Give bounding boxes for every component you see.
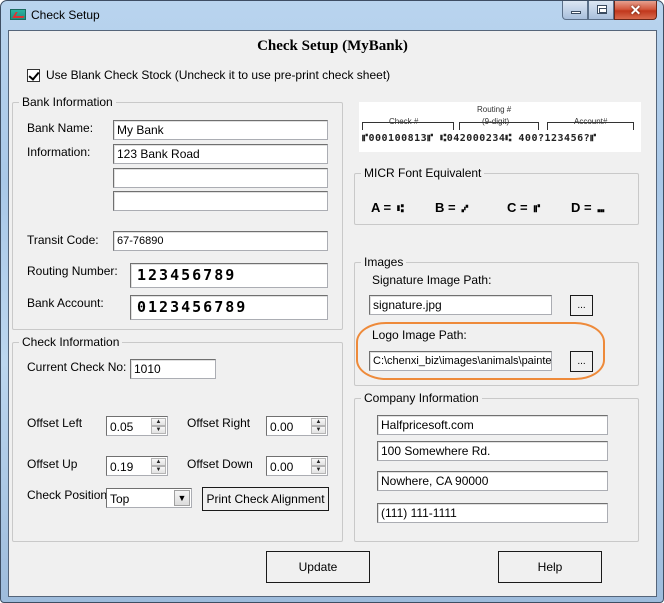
offset-down-stepper[interactable]: 0.00 ▲ ▼ [266, 456, 328, 476]
offset-right-value: 0.00 [270, 420, 294, 434]
bank-account-label: Bank Account: [27, 296, 104, 310]
micr-font-equivalent-title: MICR Font Equivalent [361, 166, 485, 180]
help-button[interactable]: Help [498, 551, 602, 583]
information-line-3-input[interactable] [113, 191, 328, 211]
routing-segment-label: Routing # [477, 105, 512, 114]
micr-line-diagram: Check # Routing # (9-digit) Account# ⑈00… [359, 102, 641, 152]
micr-on-us-icon: ⑈ [533, 202, 541, 215]
check-position-label: Check Position [27, 488, 108, 502]
update-button[interactable]: Update [266, 551, 370, 583]
spin-up-icon[interactable]: ▲ [311, 458, 326, 466]
logo-path-highlight-annotation [356, 322, 605, 380]
minimize-button[interactable] [562, 1, 588, 20]
offset-left-stepper[interactable]: 0.05 ▲ ▼ [106, 416, 168, 436]
offset-down-label: Offset Down [187, 457, 253, 471]
information-line-2-input[interactable] [113, 168, 328, 188]
browse-signature-button[interactable]: ... [570, 295, 593, 316]
check-setup-window: Check Setup ✕ Check Setup (MyBank) Use B… [0, 0, 664, 603]
offset-down-value: 0.00 [270, 460, 294, 474]
blank-check-stock-option[interactable]: Use Blank Check Stock (Uncheck it to use… [27, 68, 390, 82]
caption-buttons: ✕ [562, 1, 657, 21]
check-position-select[interactable]: Top ▼ [106, 488, 192, 508]
spin-down-icon[interactable]: ▼ [311, 466, 326, 474]
micr-symbol-d-key: D = [571, 200, 592, 215]
routing-number-label: Routing Number: [27, 264, 118, 278]
micr-symbol-d: D = ⑉ [571, 200, 604, 215]
micr-symbol-b: B = ⑇ [435, 200, 468, 215]
spin-up-icon[interactable]: ▲ [151, 458, 166, 466]
maximize-button[interactable] [588, 1, 614, 20]
spin-down-icon[interactable]: ▼ [311, 426, 326, 434]
company-phone-input[interactable]: (111) 111-1111 [377, 503, 608, 523]
offset-right-label: Offset Right [187, 416, 251, 430]
page-title: Check Setup (MyBank) [257, 38, 408, 54]
micr-symbol-c: C = ⑈ [507, 200, 540, 215]
bank-account-input[interactable]: 0123456789 [130, 295, 328, 320]
check-position-value: Top [110, 492, 130, 506]
print-check-alignment-button[interactable]: Print Check Alignment [202, 487, 329, 511]
spin-down-icon[interactable]: ▼ [151, 466, 166, 474]
information-line-1-input[interactable]: 123 Bank Road [113, 144, 328, 164]
micr-symbol-a: A = ⑆ [371, 200, 404, 215]
bank-name-label: Bank Name: [27, 121, 94, 135]
close-icon: ✕ [629, 2, 642, 18]
micr-font-equivalent-group: MICR Font Equivalent [354, 166, 639, 225]
micr-symbol-b-key: B = [435, 200, 456, 215]
micr-amount-icon: ⑇ [461, 202, 469, 215]
transit-code-label: Transit Code: [27, 233, 99, 247]
minimize-icon [571, 11, 581, 14]
routing-bracket [459, 122, 539, 130]
micr-sample-line: ⑈000100813⑈ ⑆042000234⑆ 400?123456?⑈ [362, 133, 597, 144]
blank-check-stock-checkbox[interactable] [27, 68, 40, 82]
title-bar[interactable]: Check Setup ✕ [1, 1, 663, 29]
spin-up-icon[interactable]: ▲ [151, 418, 166, 426]
company-information-title: Company Information [361, 391, 482, 405]
maximize-icon [597, 5, 607, 14]
account-bracket [547, 122, 634, 130]
close-button[interactable]: ✕ [614, 1, 657, 20]
current-check-no-input[interactable]: 1010 [130, 359, 216, 379]
micr-transit-icon: ⑆ [397, 202, 404, 215]
transit-code-input[interactable]: 67-76890 [113, 231, 328, 251]
current-check-no-label: Current Check No: [27, 360, 127, 374]
window-title: Check Setup [31, 8, 100, 22]
signature-image-path-input[interactable]: signature.jpg [369, 295, 552, 315]
offset-right-stepper[interactable]: 0.00 ▲ ▼ [266, 416, 328, 436]
company-city-input[interactable]: Nowhere, CA 90000 [377, 471, 608, 491]
micr-symbol-a-key: A = [371, 200, 392, 215]
offset-up-stepper[interactable]: 0.19 ▲ ▼ [106, 456, 168, 476]
company-address-input[interactable]: 100 Somewhere Rd. [377, 441, 608, 461]
check-number-bracket [362, 122, 454, 130]
spin-down-icon[interactable]: ▼ [151, 426, 166, 434]
offset-left-label: Offset Left [27, 416, 83, 430]
bank-information-title: Bank Information [19, 95, 116, 109]
offset-up-value: 0.19 [110, 460, 134, 474]
micr-symbol-c-key: C = [507, 200, 528, 215]
chevron-down-icon[interactable]: ▼ [174, 490, 190, 506]
app-icon [10, 9, 26, 20]
images-title: Images [361, 255, 407, 269]
offset-left-value: 0.05 [110, 420, 134, 434]
company-name-input[interactable]: Halfpricesoft.com [377, 415, 608, 435]
dialog-body: Check Setup (MyBank) Use Blank Check Sto… [8, 30, 657, 597]
spin-up-icon[interactable]: ▲ [311, 418, 326, 426]
signature-image-path-label: Signature Image Path: [372, 273, 492, 287]
blank-check-stock-label: Use Blank Check Stock (Uncheck it to use… [46, 68, 391, 82]
micr-dash-icon: ⑉ [597, 202, 605, 215]
bank-name-input[interactable]: My Bank [113, 120, 328, 140]
information-label: Information: [27, 145, 91, 159]
routing-number-input[interactable]: 123456789 [130, 263, 328, 288]
offset-up-label: Offset Up [27, 457, 78, 471]
check-information-title: Check Information [19, 335, 123, 349]
